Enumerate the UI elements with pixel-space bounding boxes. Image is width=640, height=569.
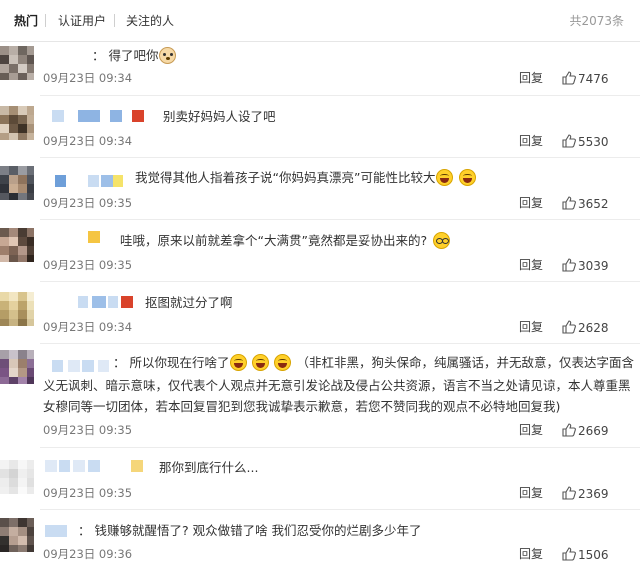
username-masked[interactable] [52,360,114,374]
laughing-face-icon [274,354,292,371]
like-count: 3039 [578,259,609,273]
avatar[interactable] [0,292,34,326]
laughing-face-icon [436,169,454,186]
glasses-face-icon [433,232,451,249]
comment-item: 抠图就过分了啊 09月23日 09:34 回复 2628 [0,282,640,344]
avatar[interactable] [0,518,34,552]
tab-following[interactable]: 关注的人 [126,12,174,30]
comment-timestamp: 09月23日 09:35 [43,486,133,500]
reply-button[interactable]: 回复 [519,422,543,438]
comment-item: ： 得了吧你 09月23日 09:34 回复 7476 [0,42,640,96]
comment-timestamp: 09月23日 09:35 [43,258,133,272]
like-count: 7476 [578,72,609,86]
tab-divider [114,14,115,27]
like-count: 5530 [578,135,609,149]
comment-text: 我觉得其他人指着孩子说“你妈妈真漂亮”可能性比较大 [135,167,477,188]
like-count: 2369 [578,487,609,501]
thumbs-up-icon [562,423,576,437]
like-count: 1506 [578,548,609,562]
reply-button[interactable]: 回复 [519,133,543,149]
thumbs-up-icon [562,258,576,272]
thumbs-up-icon [562,547,576,561]
thumbs-up-icon [562,134,576,148]
username-masked[interactable] [78,296,134,310]
comment-text: 哇哦，原来以前就差拿个“大满贯”竟然都是妥协出来的? [120,230,451,251]
thumbs-up-icon [562,196,576,210]
dog-face-icon [159,47,177,64]
like-count: 2669 [578,424,609,438]
avatar[interactable] [0,46,34,80]
comment-text: ： 所以你现在行啥了 （非杠非黑，狗头保命，纯属骚话，并无敌意，仅表达字面含 [113,354,634,371]
laughing-face-icon [252,354,270,371]
tab-hot[interactable]: 热门 [14,12,38,30]
comment-text: ： 得了吧你 [92,45,177,66]
username-masked[interactable] [52,110,147,124]
comment-total-count: 共2073条 [569,14,624,28]
comment-timestamp: 09月23日 09:36 [43,547,133,561]
comment-item: 哇哦，原来以前就差拿个“大满贯”竟然都是妥协出来的? 09月23日 09:35 … [0,220,640,282]
username-masked[interactable] [55,175,125,189]
thumbs-up-icon [562,71,576,85]
reply-button[interactable]: 回复 [519,546,543,562]
avatar[interactable] [0,228,34,262]
comment-timestamp: 09月23日 09:35 [43,196,133,210]
reply-button[interactable]: 回复 [519,257,543,273]
avatar[interactable] [0,166,34,200]
comment-timestamp: 09月23日 09:34 [43,320,133,334]
laughing-face-icon [459,169,477,186]
username-masked[interactable] [88,231,102,245]
comment-timestamp: 09月23日 09:34 [43,134,133,148]
comment-text-line: 义无讽刺、暗示意味，仅代表个人观点并无意引发论战及侵占公共资源，语言不当之处请见… [43,378,631,393]
comment-item: ： 所以你现在行啥了 （非杠非黑，狗头保命，纯属骚话，并无敌意，仅表达字面含 义无… [0,344,640,448]
comment-text: ： 钱赚够就醒悟了? 观众做错了啥 我们忍受你的烂剧多少年了 [78,523,422,538]
avatar[interactable] [0,460,34,494]
comment-timestamp: 09月23日 09:34 [43,71,133,85]
comment-text: 那你到底行什么... [159,460,259,475]
comment-item: 那你到底行什么... 09月23日 09:35 回复 2369 [0,448,640,510]
reply-button[interactable]: 回复 [519,195,543,211]
thumbs-up-icon [562,320,576,334]
comment-item: 别卖好妈妈人设了吧 09月23日 09:34 回复 5530 [0,96,640,158]
avatar[interactable] [0,350,34,384]
avatar[interactable] [0,106,34,140]
username-masked[interactable] [45,460,145,474]
comment-item: 我觉得其他人指着孩子说“你妈妈真漂亮”可能性比较大 09月23日 09:35 回… [0,158,640,220]
comment-filter-tabs: 热门 认证用户 关注的人 共2073条 [0,0,640,42]
reply-button[interactable]: 回复 [519,485,543,501]
like-count: 2628 [578,321,609,335]
tab-verified-users[interactable]: 认证用户 [58,12,106,30]
laughing-face-icon [230,354,248,371]
tab-divider [45,14,46,27]
comment-text-line: 女穆同等一切团体，若本回复冒犯到您我诚挚表示歉意，若您不赞同我的观点不必特地回复… [43,399,561,414]
comment-text: 抠图就过分了啊 [145,295,233,310]
reply-button[interactable]: 回复 [519,70,543,86]
comment-text: 别卖好妈妈人设了吧 [163,109,276,124]
reply-button[interactable]: 回复 [519,319,543,335]
comment-timestamp: 09月23日 09:35 [43,423,133,437]
username-masked[interactable] [45,525,73,539]
thumbs-up-icon [562,486,576,500]
like-count: 3652 [578,197,609,211]
comment-item: ： 钱赚够就醒悟了? 观众做错了啥 我们忍受你的烂剧多少年了 09月23日 09… [0,510,640,569]
